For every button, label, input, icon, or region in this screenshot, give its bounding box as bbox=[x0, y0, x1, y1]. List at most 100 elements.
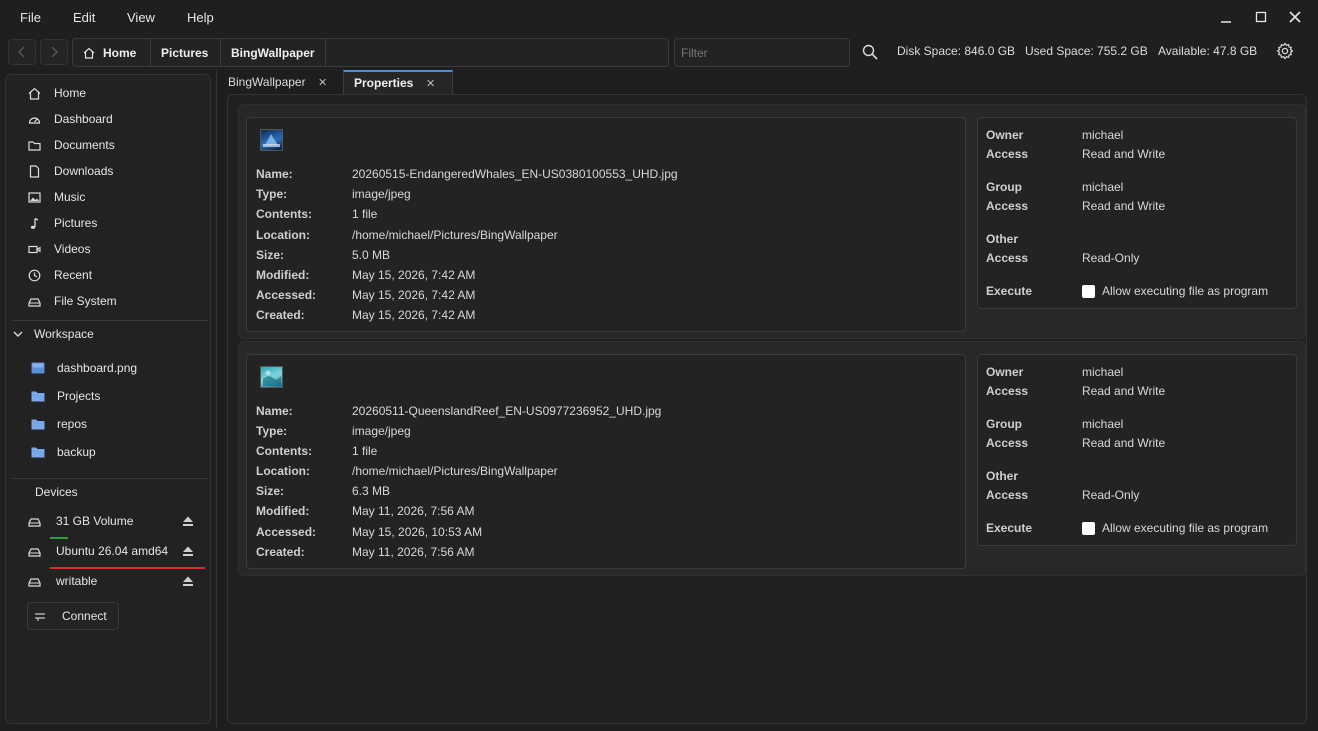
perm-owner: Owner michael bbox=[986, 128, 1124, 142]
close-tab-icon[interactable]: ✕ bbox=[318, 76, 327, 89]
devices-header: Devices bbox=[35, 485, 78, 499]
perm-group-access[interactable]: Access Read and Write bbox=[986, 198, 1165, 214]
info-row-modified: Modified: May 11, 2026, 7:56 AM bbox=[256, 504, 475, 518]
permissions-box: Owner michael Access Read and Write Group m… bbox=[977, 117, 1297, 309]
file-thumbnail bbox=[260, 129, 283, 151]
file-info-box: Name: 20260515-EndangeredWhales_EN-US0380… bbox=[246, 117, 966, 332]
image-file-icon bbox=[31, 362, 45, 374]
execute-checkbox[interactable] bbox=[1082, 521, 1095, 535]
sidebar-item-dashboard[interactable]: Dashboard bbox=[6, 107, 206, 131]
menu-bar: File Edit View Help bbox=[0, 0, 1318, 34]
info-row-name: Name: 20260511-QueenslandReef_EN-US097723… bbox=[256, 404, 662, 418]
folder-icon bbox=[28, 140, 41, 151]
sidebar-item-documents[interactable]: Documents bbox=[6, 133, 206, 157]
menu-help[interactable]: Help bbox=[187, 10, 214, 25]
info-row-modified: Modified: May 15, 2026, 7:42 AM bbox=[256, 268, 476, 282]
sidebar: Home Dashboard Documents Downloads Music… bbox=[5, 74, 211, 724]
menu-file[interactable]: File bbox=[20, 10, 41, 25]
close-tab-icon[interactable]: ✕ bbox=[426, 77, 435, 90]
workspace-item-backup[interactable]: backup bbox=[6, 440, 206, 464]
breadcrumb: Home Pictures BingWallpaper bbox=[72, 38, 669, 67]
device-ubuntu-26-04[interactable]: Ubuntu 26.04 amd64 bbox=[6, 539, 206, 563]
device-writable[interactable]: writable bbox=[6, 569, 206, 593]
perm-owner-access[interactable]: Access Read and Write bbox=[986, 383, 1165, 399]
workspace-item-dashboard-png[interactable]: dashboard.png bbox=[6, 356, 206, 380]
file-properties-card: Name: 20260511-QueenslandReef_EN-US097723… bbox=[238, 341, 1306, 576]
perm-execute: Execute Allow executing file as program bbox=[986, 521, 1269, 535]
perm-other-access[interactable]: Access Read-Only bbox=[986, 250, 1139, 266]
drive-icon bbox=[28, 577, 41, 587]
tab-properties[interactable]: Properties ✕ bbox=[343, 70, 453, 94]
maximize-icon bbox=[1255, 11, 1267, 23]
eject-icon[interactable] bbox=[182, 515, 194, 527]
sidebar-divider bbox=[12, 478, 208, 479]
eject-icon[interactable] bbox=[182, 575, 194, 587]
info-row-location: Location:/home/michael/Pictures/BingWall… bbox=[256, 228, 558, 242]
execute-checkbox[interactable] bbox=[1082, 284, 1095, 298]
network-icon bbox=[35, 613, 45, 621]
breadcrumb-home[interactable]: Home bbox=[73, 39, 151, 66]
info-row-created: Created: May 11, 2026, 7:56 AM bbox=[256, 545, 475, 559]
file-icon bbox=[29, 164, 40, 178]
folder-icon bbox=[31, 419, 45, 430]
breadcrumb-bingwallpaper[interactable]: BingWallpaper bbox=[221, 39, 326, 66]
drive-icon bbox=[28, 517, 41, 527]
file-info-box: Name: 20260511-QueenslandReef_EN-US097723… bbox=[246, 354, 966, 569]
file-thumbnail bbox=[260, 366, 283, 388]
minimize-button[interactable] bbox=[1214, 6, 1238, 28]
maximize-button[interactable] bbox=[1249, 6, 1273, 28]
breadcrumb-pictures[interactable]: Pictures bbox=[151, 39, 221, 66]
sidebar-item-recent[interactable]: Recent bbox=[6, 263, 206, 287]
chevron-down-icon bbox=[13, 331, 23, 337]
chevron-left-icon bbox=[17, 46, 25, 58]
menu-view[interactable]: View bbox=[127, 10, 155, 25]
eject-icon[interactable] bbox=[182, 545, 194, 557]
close-window-button[interactable] bbox=[1283, 6, 1307, 28]
sidebar-item-file-system[interactable]: File System bbox=[6, 289, 206, 313]
info-row-contents: Contents: 1 file bbox=[256, 207, 378, 221]
info-row-type: Type: image/jpeg bbox=[256, 424, 411, 438]
perm-group: Group michael bbox=[986, 417, 1124, 431]
tab-bingwallpaper[interactable]: BingWallpaper ✕ bbox=[218, 70, 342, 94]
search-icon bbox=[862, 44, 878, 60]
search-button[interactable] bbox=[862, 44, 880, 62]
folder-icon bbox=[31, 447, 45, 458]
device-31gb-volume[interactable]: 31 GB Volume bbox=[6, 509, 206, 533]
filter-input[interactable] bbox=[674, 38, 850, 67]
sidebar-item-music[interactable]: Music bbox=[6, 185, 206, 209]
info-row-accessed: Accessed: May 15, 2026, 10:53 AM bbox=[256, 525, 483, 539]
home-icon bbox=[83, 47, 95, 59]
perm-other-access[interactable]: Access Read-Only bbox=[986, 487, 1139, 503]
sidebar-item-pictures[interactable]: Pictures bbox=[6, 211, 206, 235]
perm-other: Other bbox=[986, 232, 1019, 246]
perm-group-access[interactable]: Access Read and Write bbox=[986, 435, 1165, 451]
reef-thumbnail-icon bbox=[263, 370, 281, 386]
info-row-created: Created: May 15, 2026, 7:42 AM bbox=[256, 308, 476, 322]
back-button[interactable] bbox=[8, 39, 36, 65]
whale-thumbnail-icon bbox=[263, 134, 280, 147]
connect-button[interactable]: Connect bbox=[27, 602, 119, 630]
settings-button[interactable] bbox=[1276, 42, 1294, 60]
image-icon bbox=[28, 191, 41, 203]
info-row-size: Size: 5.0 MB bbox=[256, 248, 391, 262]
sidebar-item-home[interactable]: Home bbox=[6, 81, 206, 105]
drive-icon bbox=[28, 547, 41, 557]
sidebar-item-videos[interactable]: Videos bbox=[6, 237, 206, 261]
sidebar-splitter[interactable] bbox=[216, 70, 217, 728]
home-icon bbox=[28, 87, 41, 100]
used-space-label: Used Space: 755.2 GB bbox=[1025, 44, 1148, 58]
workspace-header[interactable]: Workspace bbox=[12, 324, 94, 344]
chevron-right-icon bbox=[51, 46, 59, 58]
info-row-contents: Contents: 1 file bbox=[256, 444, 378, 458]
workspace-item-repos[interactable]: repos bbox=[6, 412, 206, 436]
menu-edit[interactable]: Edit bbox=[73, 10, 95, 25]
sidebar-item-downloads[interactable]: Downloads bbox=[6, 159, 206, 183]
music-note-icon bbox=[30, 217, 39, 229]
available-space-label: Available: 47.8 GB bbox=[1158, 44, 1258, 58]
close-icon bbox=[1289, 11, 1301, 23]
file-properties-card: Name: 20260515-EndangeredWhales_EN-US0380… bbox=[238, 104, 1306, 339]
perm-owner-access[interactable]: Access Read and Write bbox=[986, 146, 1165, 162]
perm-owner: Owner michael bbox=[986, 365, 1124, 379]
workspace-item-projects[interactable]: Projects bbox=[6, 384, 206, 408]
forward-button[interactable] bbox=[40, 39, 68, 65]
